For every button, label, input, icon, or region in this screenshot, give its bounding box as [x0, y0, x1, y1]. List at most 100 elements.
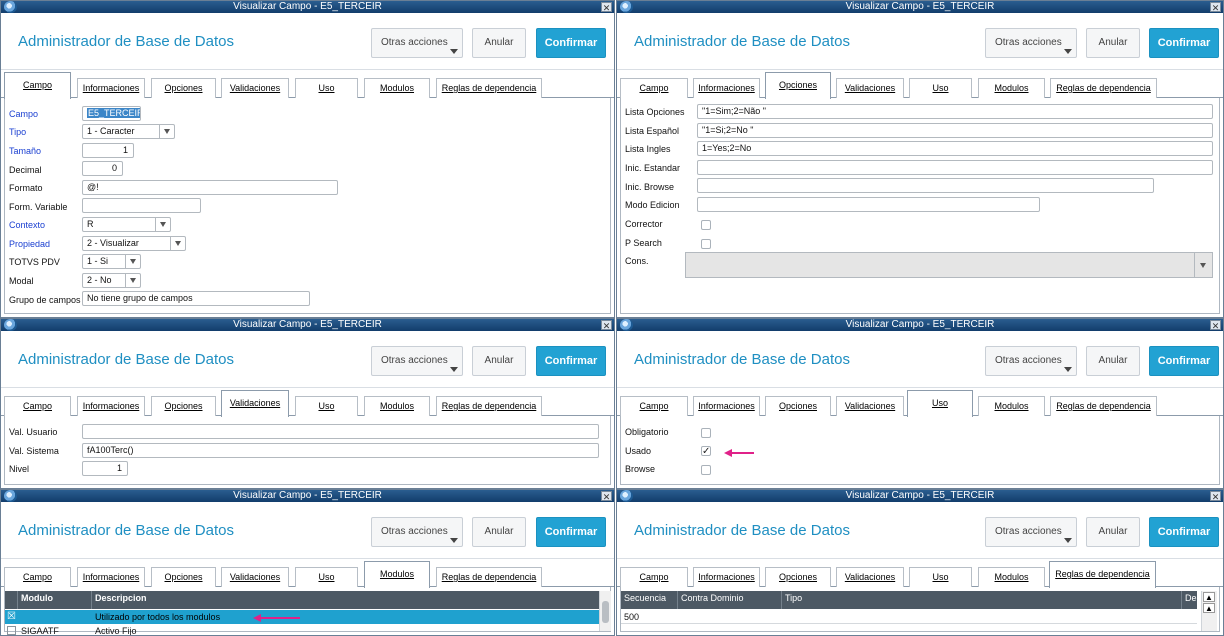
- tab-informaciones[interactable]: Informaciones: [693, 78, 760, 98]
- propiedad-select[interactable]: 2 - Visualizar: [82, 236, 186, 251]
- tab-validaciones[interactable]: Validaciones: [221, 567, 289, 587]
- vertical-scrollbar[interactable]: ▲ ▲: [1201, 591, 1217, 631]
- modo-edicion-field[interactable]: [697, 197, 1040, 212]
- anular-button[interactable]: Anular: [472, 517, 526, 547]
- lista-ingles-field[interactable]: 1=Yes;2=No: [697, 141, 1213, 156]
- header-secuencia[interactable]: Secuencia: [621, 591, 678, 609]
- otras-acciones-button[interactable]: Otras acciones: [371, 346, 463, 376]
- tab-reglas-de-dependencia[interactable]: Reglas de dependencia: [436, 78, 542, 98]
- campo-field[interactable]: E5_TERCEIR: [82, 106, 141, 121]
- form-variable-field[interactable]: [82, 198, 201, 213]
- otras-acciones-button[interactable]: Otras acciones: [371, 517, 463, 547]
- anular-button[interactable]: Anular: [1086, 517, 1140, 547]
- inic-browse-field[interactable]: [697, 178, 1154, 193]
- tab-informaciones[interactable]: Informaciones: [77, 78, 145, 98]
- tab-campo[interactable]: Campo: [4, 396, 71, 416]
- totvs-pdv-select[interactable]: 1 - Si: [82, 254, 141, 269]
- tab-opciones[interactable]: Opciones: [765, 72, 831, 99]
- table-row[interactable]: ☒ Utilizado por todos los modulos: [5, 610, 599, 624]
- tab-validaciones[interactable]: Validaciones: [221, 390, 289, 417]
- tab-informaciones[interactable]: Informaciones: [693, 396, 760, 416]
- row-checkbox[interactable]: ☒: [7, 610, 16, 624]
- tab-reglas-de-dependencia[interactable]: Reglas de dependencia: [436, 567, 542, 587]
- close-icon[interactable]: ✕: [601, 2, 612, 13]
- confirmar-button[interactable]: Confirmar: [536, 517, 606, 547]
- tab-validaciones[interactable]: Validaciones: [836, 396, 904, 416]
- contexto-select[interactable]: R: [82, 217, 171, 232]
- close-icon[interactable]: ✕: [601, 320, 612, 331]
- lista-opciones-field[interactable]: "1=Sim;2=Não ": [697, 104, 1213, 119]
- close-icon[interactable]: ✕: [601, 491, 612, 502]
- tab-opciones[interactable]: Opciones: [765, 567, 831, 587]
- header-descripcion[interactable]: Descripcion: [92, 591, 599, 609]
- tab-modulos[interactable]: Modulos: [978, 78, 1045, 98]
- tab-uso[interactable]: Uso: [907, 390, 973, 417]
- close-icon[interactable]: ✕: [1210, 2, 1221, 13]
- anular-button[interactable]: Anular: [472, 346, 526, 376]
- inic-estandar-field[interactable]: [697, 160, 1213, 175]
- val-sistema-field[interactable]: fA100Terc(): [82, 443, 599, 458]
- tab-uso[interactable]: Uso: [295, 567, 358, 587]
- tab-opciones[interactable]: Opciones: [151, 396, 216, 416]
- tab-uso[interactable]: Uso: [909, 78, 972, 98]
- tab-campo[interactable]: Campo: [620, 78, 688, 98]
- tab-opciones[interactable]: Opciones: [151, 78, 216, 98]
- tab-modulos[interactable]: Modulos: [978, 567, 1045, 587]
- scroll-top-icon[interactable]: ▲: [1203, 592, 1215, 602]
- tab-campo[interactable]: Campo: [620, 567, 688, 587]
- otras-acciones-button[interactable]: Otras acciones: [371, 28, 463, 58]
- otras-acciones-button[interactable]: Otras acciones: [985, 28, 1077, 58]
- tab-reglas-de-dependencia[interactable]: Reglas de dependencia: [1050, 396, 1157, 416]
- otras-acciones-button[interactable]: Otras acciones: [985, 346, 1077, 376]
- tab-validaciones[interactable]: Validaciones: [836, 567, 904, 587]
- tamano-field[interactable]: 1: [82, 143, 134, 158]
- scroll-up-icon[interactable]: ▲: [1203, 603, 1215, 613]
- scrollbar-thumb[interactable]: [602, 601, 609, 623]
- tab-opciones[interactable]: Opciones: [765, 396, 831, 416]
- tab-campo[interactable]: Campo: [4, 72, 71, 99]
- anular-button[interactable]: Anular: [1086, 28, 1140, 58]
- tab-modulos[interactable]: Modulos: [978, 396, 1045, 416]
- tab-reglas-de-dependencia[interactable]: Reglas de dependencia: [1050, 78, 1157, 98]
- tab-campo[interactable]: Campo: [620, 396, 688, 416]
- header-contra-dominio[interactable]: Contra Dominio: [678, 591, 782, 609]
- tab-informaciones[interactable]: Informaciones: [77, 567, 145, 587]
- corrector-checkbox[interactable]: [701, 220, 711, 230]
- vertical-scrollbar[interactable]: [599, 591, 611, 631]
- header-tipo[interactable]: Tipo: [782, 591, 1182, 609]
- val-usuario-field[interactable]: [82, 424, 599, 439]
- tab-validaciones[interactable]: Validaciones: [221, 78, 289, 98]
- table-row[interactable]: 500: [621, 610, 1197, 624]
- p-search-checkbox[interactable]: [701, 239, 711, 249]
- close-icon[interactable]: ✕: [1210, 491, 1221, 502]
- tab-modulos[interactable]: Modulos: [364, 561, 430, 588]
- tab-modulos[interactable]: Modulos: [364, 396, 430, 416]
- tab-uso[interactable]: Uso: [295, 396, 358, 416]
- confirmar-button[interactable]: Confirmar: [536, 346, 606, 376]
- tab-opciones[interactable]: Opciones: [151, 567, 216, 587]
- browse-checkbox[interactable]: [701, 465, 711, 475]
- table-row[interactable]: SIGAATF Activo Fijo: [5, 624, 599, 635]
- usado-checkbox[interactable]: ✓: [701, 446, 711, 457]
- lista-espanol-field[interactable]: "1=Si;2=No ": [697, 123, 1213, 138]
- tab-reglas-de-dependencia[interactable]: Reglas de dependencia: [1049, 561, 1156, 588]
- header-modulo[interactable]: Modulo: [18, 591, 92, 609]
- tab-reglas-de-dependencia[interactable]: Reglas de dependencia: [436, 396, 542, 416]
- tab-uso[interactable]: Uso: [295, 78, 358, 98]
- tipo-select[interactable]: 1 - Caracter: [82, 124, 175, 139]
- tab-campo[interactable]: Campo: [4, 567, 71, 587]
- tab-informaciones[interactable]: Informaciones: [77, 396, 145, 416]
- decimal-field[interactable]: 0: [82, 161, 123, 176]
- cons-select[interactable]: [685, 252, 1213, 278]
- otras-acciones-button[interactable]: Otras acciones: [985, 517, 1077, 547]
- close-icon[interactable]: ✕: [1210, 320, 1221, 331]
- modal-select[interactable]: 2 - No: [82, 273, 141, 288]
- tab-uso[interactable]: Uso: [909, 567, 972, 587]
- row-checkbox[interactable]: [7, 626, 16, 635]
- confirmar-button[interactable]: Confirmar: [1149, 28, 1219, 58]
- grupo-de-campos-field[interactable]: No tiene grupo de campos: [82, 291, 310, 306]
- nivel-field[interactable]: 1: [82, 461, 128, 476]
- tab-validaciones[interactable]: Validaciones: [836, 78, 904, 98]
- header-de[interactable]: De: [1182, 591, 1197, 609]
- formato-field[interactable]: @!: [82, 180, 338, 195]
